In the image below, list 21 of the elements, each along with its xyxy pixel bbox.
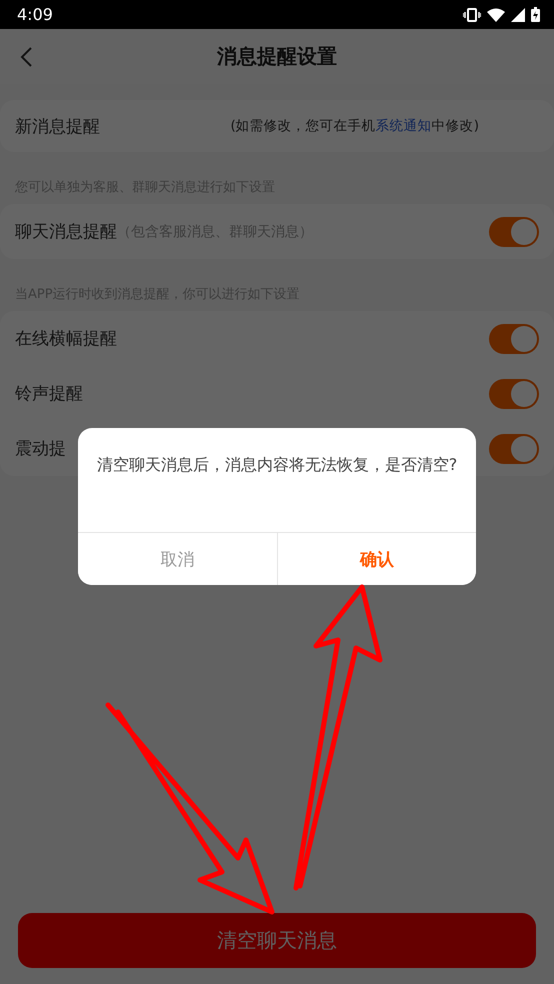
- toggle-switch[interactable]: [489, 324, 539, 354]
- signal-icon: [511, 8, 525, 22]
- setting-label: 在线横幅提醒: [15, 328, 117, 350]
- system-notification-link[interactable]: 系统通知: [376, 118, 432, 134]
- setting-label: 聊天消息提醒: [15, 221, 117, 243]
- battery-icon: [531, 7, 540, 22]
- hint-text: (如需修改，您可在手机系统通知中修改): [230, 117, 479, 135]
- setting-label: 铃声提醒: [15, 383, 83, 405]
- clock-time: 4:09: [17, 5, 53, 24]
- setting-label: 新消息提醒: [15, 116, 100, 138]
- toggle-switch[interactable]: [489, 216, 539, 246]
- dialog-message: 清空聊天消息后，消息内容将无法恢复，是否清空?: [96, 454, 458, 476]
- toggle-switch[interactable]: [489, 378, 539, 408]
- vibrate-icon: [463, 8, 481, 22]
- toggle-switch[interactable]: [489, 434, 539, 464]
- back-icon[interactable]: [20, 47, 32, 67]
- page-title: 消息提醒设置: [217, 43, 337, 70]
- confirm-button[interactable]: 确认: [276, 533, 476, 585]
- wifi-icon: [487, 8, 505, 22]
- clear-messages-button[interactable]: 清空聊天消息: [18, 913, 536, 968]
- setting-label: 震动提: [15, 438, 66, 460]
